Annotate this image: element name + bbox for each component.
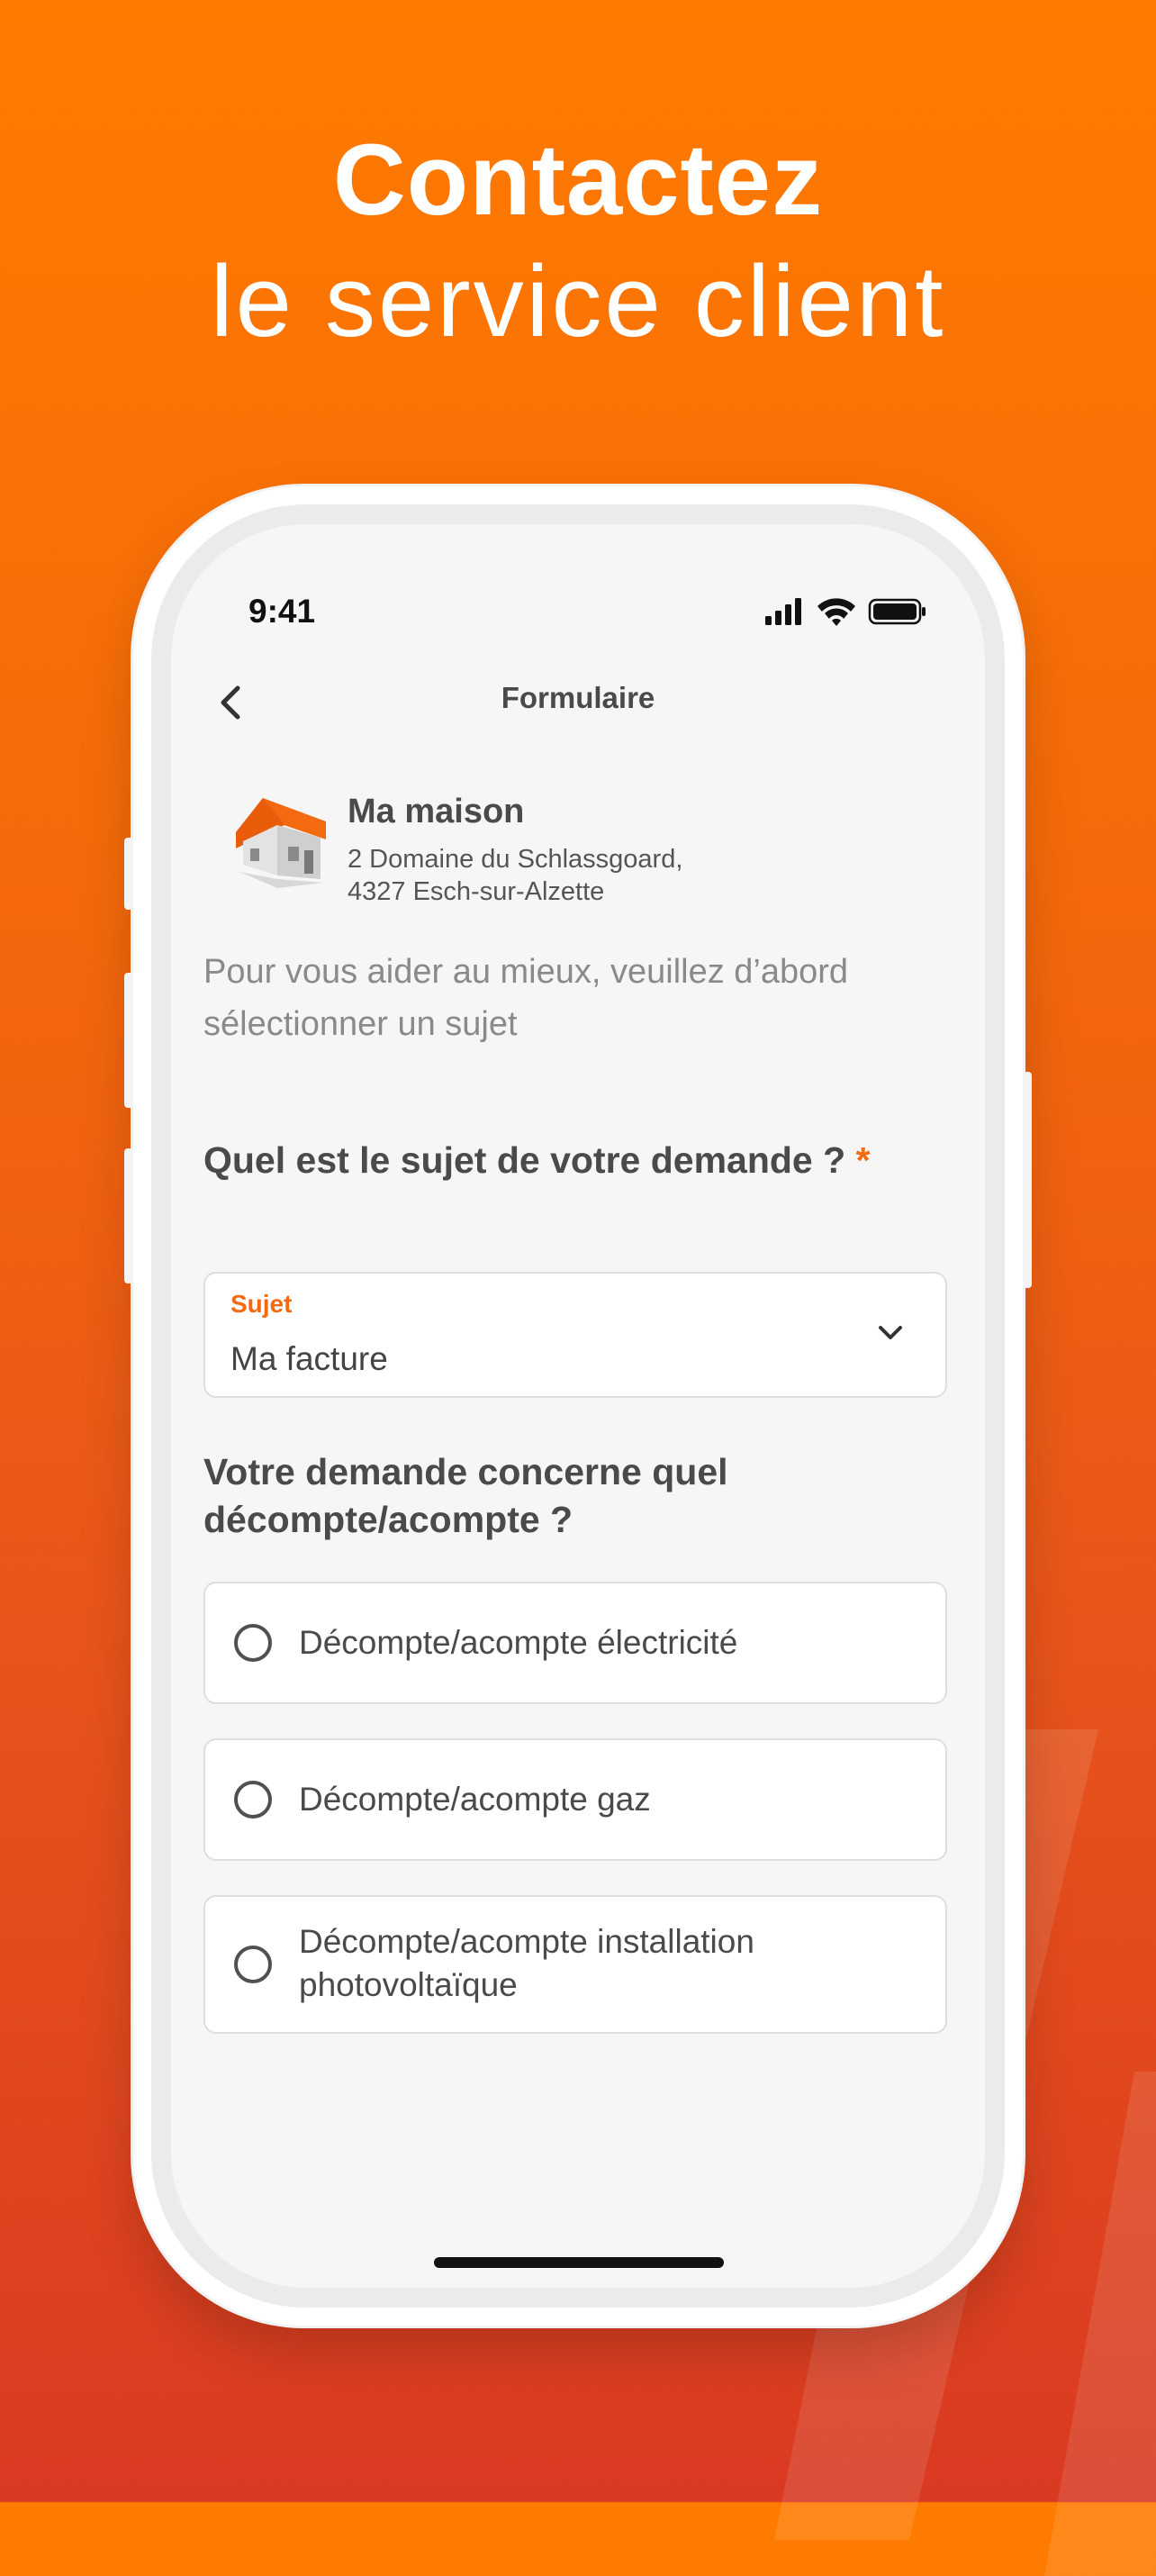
signal-icon [765, 598, 801, 625]
radio-button[interactable] [234, 1946, 272, 1983]
option-label: Décompte/acompte installation photovolta… [299, 1923, 754, 2003]
option-label: Décompte/acompte gaz [299, 1781, 651, 1818]
page-title: Formulaire [501, 681, 655, 714]
battery-icon [868, 598, 926, 625]
radio-button[interactable] [234, 1624, 272, 1662]
phone-volume-up-button [124, 973, 133, 1108]
subject-question: Quel est le sujet de votre demande ? * [203, 1137, 951, 1184]
option-gaz[interactable]: Décompte/acompte gaz [203, 1738, 947, 1861]
address-card: Ma maison 2 Domaine du Schlassgoard, 432… [227, 785, 947, 912]
address-name: Ma maison [348, 793, 525, 830]
subject-question-label: Quel est le sujet de votre demande ? [203, 1139, 846, 1181]
phone-frame: 9:41 Formulaire Ma maison 2 Domaine du S… [124, 486, 1032, 2326]
chevron-down-icon [879, 1326, 902, 1339]
house-icon [236, 798, 326, 888]
intro-text: Pour vous aider au mieux, veuillez d’abo… [203, 953, 849, 1043]
address-line1: 2 Domaine du Schlassgoard, [348, 845, 683, 874]
wifi-icon [817, 598, 855, 626]
status-bar: 9:41 [171, 524, 985, 630]
option-photovoltaique[interactable]: Décompte/acompte installation photovolta… [203, 1895, 947, 2034]
app-screen: 9:41 Formulaire Ma maison 2 Domaine du S… [171, 524, 985, 2288]
phone-power-button [1023, 1072, 1032, 1288]
radio-button[interactable] [234, 1781, 272, 1819]
status-icons [765, 598, 926, 626]
subject-select-value: Ma facture [230, 1340, 388, 1377]
subject-select[interactable]: Sujet Ma facture [203, 1272, 947, 1398]
phone-volume-down-button [124, 1148, 133, 1283]
phone-side-button [124, 838, 133, 910]
home-indicator[interactable] [434, 2257, 724, 2268]
promo-title-line1: Contactez [332, 123, 824, 236]
status-time: 9:41 [248, 593, 316, 630]
account-question: Votre demande concerne quel décompte/aco… [203, 1451, 728, 1540]
subject-select-label: Sujet [230, 1290, 293, 1318]
nav-bar: Formulaire [171, 668, 985, 740]
address-line2: 4327 Esch-sur-Alzette [348, 877, 605, 906]
promo-title-line2: le service client [210, 245, 946, 358]
required-marker: * [855, 1139, 871, 1181]
option-electricite[interactable]: Décompte/acompte électricité [203, 1582, 947, 1704]
promo-headline: Contactez le service client [0, 117, 1156, 360]
option-label: Décompte/acompte électricité [299, 1624, 738, 1661]
